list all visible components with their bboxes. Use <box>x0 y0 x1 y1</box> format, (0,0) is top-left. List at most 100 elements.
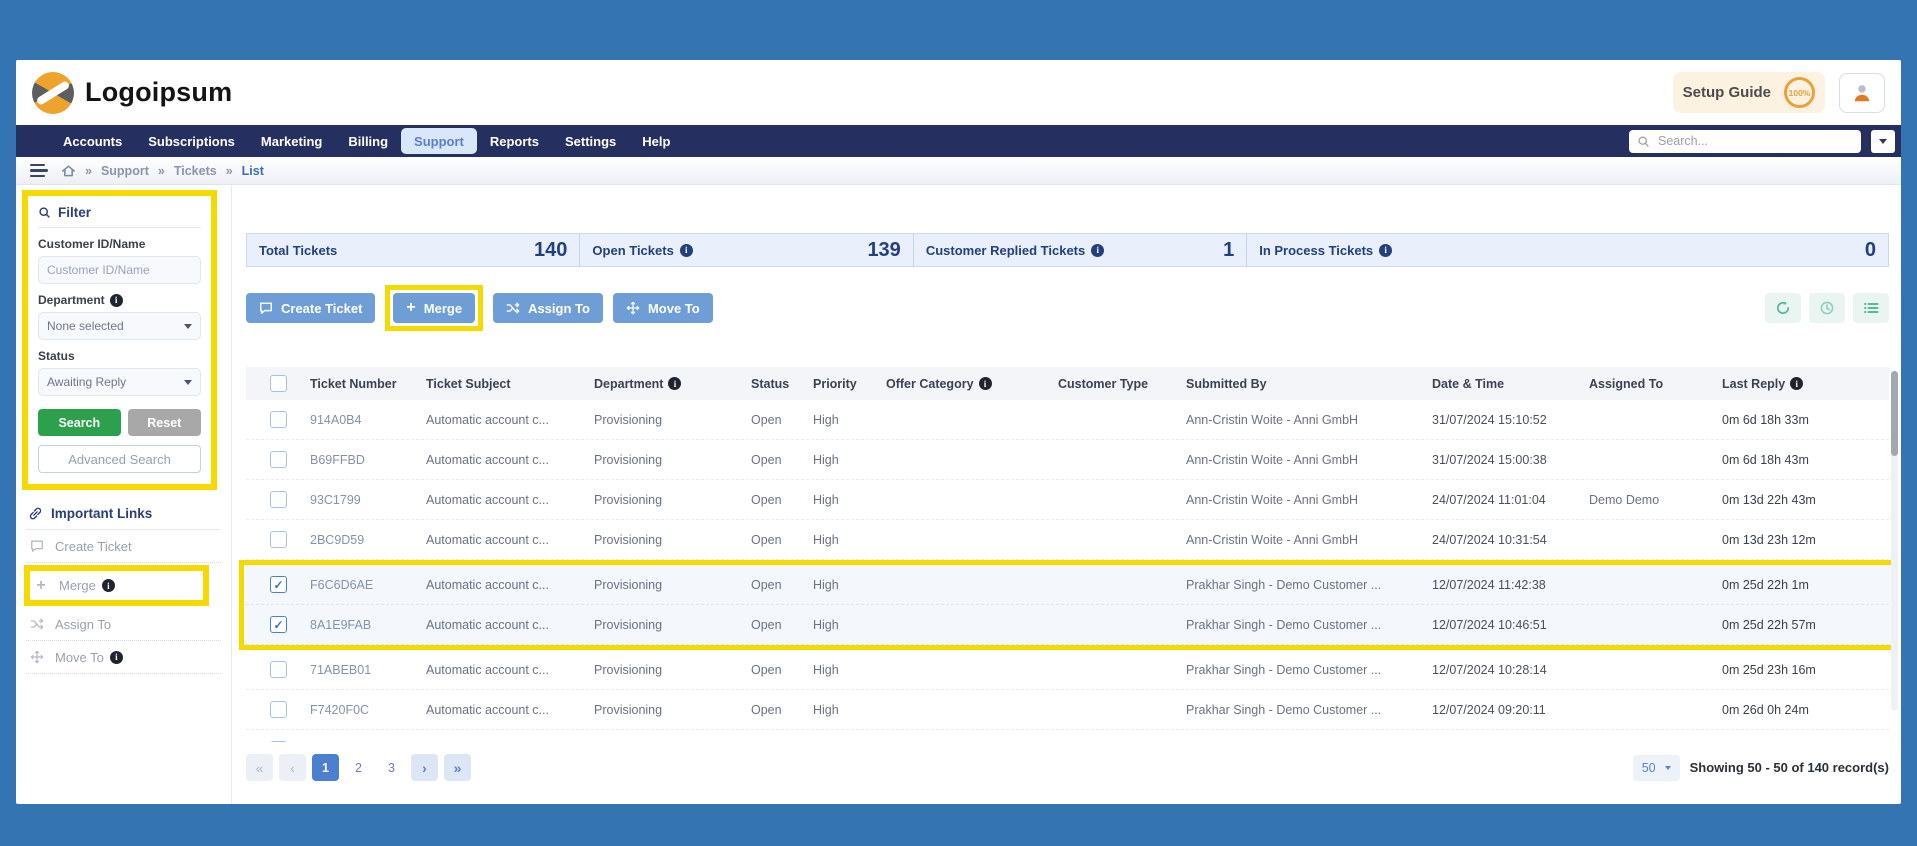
nav-item-subscriptions[interactable]: Subscriptions <box>135 128 248 154</box>
page-3-button[interactable]: 3 <box>378 754 405 781</box>
search-input[interactable] <box>1656 133 1853 149</box>
ticket-subject[interactable]: Automatic account c... <box>426 703 594 717</box>
page-1-button[interactable]: 1 <box>312 754 339 781</box>
ticket-subject[interactable]: Automatic account c... <box>426 413 594 427</box>
table-scrollbar[interactable] <box>1891 371 1898 711</box>
scrollbar-thumb[interactable] <box>1891 371 1898 456</box>
ticket-number[interactable]: 93C1799 <box>310 493 426 507</box>
search-button[interactable]: Search <box>38 409 121 436</box>
list-view-button[interactable] <box>1853 293 1889 323</box>
important-links: Important Links Create Ticket + Merge i … <box>22 490 225 674</box>
link-move-to[interactable]: Move To <box>26 641 221 674</box>
table-row[interactable]: 8A1E9FAB Automatic account c... Provisio… <box>246 605 1889 645</box>
page-first-button[interactable]: « <box>246 754 273 781</box>
nav-item-billing[interactable]: Billing <box>335 128 401 154</box>
ticket-subject[interactable]: Automatic account c... <box>426 533 594 547</box>
assign-to-button[interactable]: Assign To <box>493 293 603 323</box>
col-ticket-subject[interactable]: Ticket Subject <box>426 377 594 391</box>
row-checkbox[interactable] <box>270 531 287 548</box>
col-submitted-by[interactable]: Submitted By <box>1186 377 1432 391</box>
col-offer-category[interactable]: Offer Category <box>886 377 1058 391</box>
ticket-department: Provisioning <box>594 577 663 592</box>
col-assigned-to[interactable]: Assigned To <box>1589 377 1722 391</box>
table-row[interactable]: B69FFBD Automatic account c... Provision… <box>246 440 1889 480</box>
link-assign-to[interactable]: Assign To <box>26 608 221 641</box>
home-icon[interactable] <box>61 164 76 178</box>
ticket-number[interactable]: 71ABEB01 <box>310 663 426 677</box>
user-avatar-button[interactable] <box>1839 72 1885 113</box>
page-next-button[interactable]: › <box>411 754 438 781</box>
row-checkbox[interactable] <box>270 576 287 593</box>
department-select[interactable]: None selected <box>38 312 201 340</box>
filter-sidebar: Filter Customer ID/Name Department None … <box>16 185 232 804</box>
row-checkbox[interactable] <box>270 451 287 468</box>
create-ticket-button[interactable]: Create Ticket <box>246 293 376 323</box>
table-row[interactable]: F7420F0C Automatic account c... Provisio… <box>246 690 1889 730</box>
ticket-number[interactable]: F7420F0C <box>310 703 426 717</box>
ticket-subject[interactable]: Automatic account c... <box>426 578 594 592</box>
ticket-subject[interactable]: Automatic account c... <box>426 618 594 632</box>
row-checkbox[interactable] <box>270 616 287 633</box>
col-customer-type[interactable]: Customer Type <box>1058 377 1186 391</box>
move-to-button[interactable]: Move To <box>612 293 713 323</box>
nav-item-settings[interactable]: Settings <box>552 128 629 154</box>
history-button[interactable] <box>1809 293 1845 323</box>
nav-item-reports[interactable]: Reports <box>477 128 552 154</box>
nav-item-marketing[interactable]: Marketing <box>248 128 335 154</box>
col-priority[interactable]: Priority <box>813 377 886 391</box>
table-row[interactable]: 914A0B4 Automatic account c... Provision… <box>246 400 1889 440</box>
nav-item-help[interactable]: Help <box>629 128 683 154</box>
page-size-select[interactable]: 50 <box>1632 754 1680 781</box>
ticket-subject[interactable]: Automatic account c... <box>426 453 594 467</box>
status-select[interactable]: Awaiting Reply <box>38 368 201 396</box>
ticket-number[interactable]: B69FFBD <box>310 453 426 467</box>
ticket-number[interactable]: 8A1E9FAB <box>310 618 426 632</box>
ticket-number[interactable]: F6C6D6AE <box>310 578 426 592</box>
nav-item-accounts[interactable]: Accounts <box>50 128 135 154</box>
col-last-reply[interactable]: Last Reply <box>1722 377 1889 391</box>
customer-id-input[interactable] <box>38 256 201 284</box>
table-row[interactable]: F6C6D6AE Automatic account c... Provisio… <box>246 565 1889 605</box>
ticket-submitted-by: Prakhar Singh - Demo Customer ... <box>1186 617 1382 632</box>
ticket-subject[interactable]: Automatic account c... <box>426 663 594 677</box>
move-icon <box>29 650 45 664</box>
reset-button[interactable]: Reset <box>127 409 201 436</box>
table-row[interactable]: 71ABEB01 Automatic account c... Provisio… <box>246 650 1889 690</box>
page-last-button[interactable]: » <box>444 754 471 781</box>
ticket-number[interactable]: 2BC9D59 <box>310 533 426 547</box>
sidebar-toggle-icon[interactable] <box>30 163 48 178</box>
breadcrumb-support[interactable]: Support <box>101 164 149 178</box>
setup-progress-badge: 100% <box>1784 77 1815 108</box>
link-merge[interactable]: + Merge <box>30 571 203 600</box>
nav-item-support[interactable]: Support <box>401 128 477 154</box>
link-create-ticket[interactable]: Create Ticket <box>26 530 221 563</box>
col-status[interactable]: Status <box>751 377 813 391</box>
chevron-down-icon <box>1879 138 1887 144</box>
row-checkbox[interactable] <box>270 411 287 428</box>
row-checkbox[interactable] <box>270 741 287 742</box>
page-prev-button[interactable]: ‹ <box>279 754 306 781</box>
ticket-number[interactable]: 914A0B4 <box>310 413 426 427</box>
row-checkbox[interactable] <box>270 661 287 678</box>
row-checkbox[interactable] <box>270 491 287 508</box>
refresh-button[interactable] <box>1765 293 1801 323</box>
info-icon <box>1790 377 1804 390</box>
page-2-button[interactable]: 2 <box>345 754 372 781</box>
table-row[interactable]: 2BC9D59 Automatic account c... Provision… <box>246 520 1889 560</box>
breadcrumb-separator: » <box>85 163 92 178</box>
setup-guide-button[interactable]: Setup Guide 100% <box>1672 72 1825 113</box>
col-date-time[interactable]: Date & Time <box>1432 377 1589 391</box>
ticket-subject[interactable]: Automatic account c... <box>426 493 594 507</box>
col-department[interactable]: Department <box>594 377 751 391</box>
row-checkbox[interactable] <box>270 701 287 718</box>
nav-dropdown-toggle[interactable] <box>1871 129 1895 153</box>
advanced-search-button[interactable]: Advanced Search <box>38 445 201 473</box>
select-all-checkbox[interactable] <box>270 375 287 392</box>
table-row[interactable]: 93C1799 Automatic account c... Provision… <box>246 480 1889 520</box>
breadcrumb-tickets[interactable]: Tickets <box>174 164 217 178</box>
chevron-down-icon <box>184 323 192 329</box>
chevron-down-icon <box>184 379 192 385</box>
ticket-priority: High <box>813 702 839 717</box>
merge-button[interactable]: + Merge <box>393 293 476 323</box>
col-ticket-number[interactable]: Ticket Number <box>310 377 426 391</box>
